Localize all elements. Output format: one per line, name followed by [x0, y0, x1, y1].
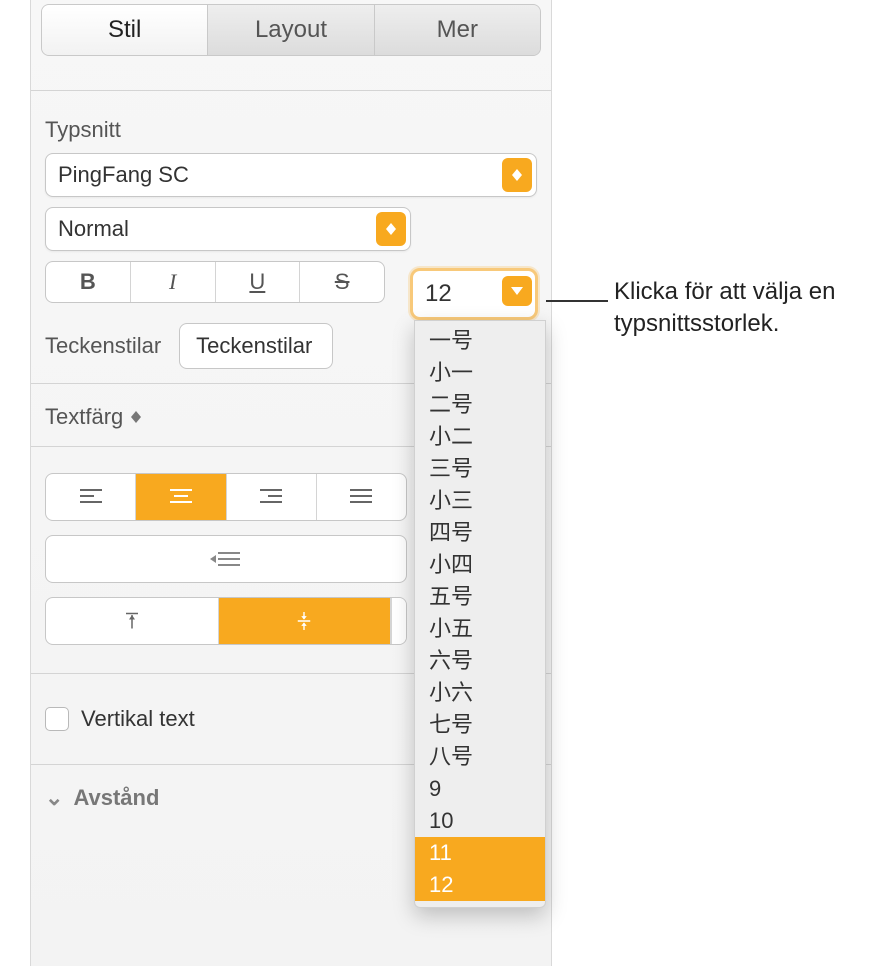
valign-middle-icon: [292, 612, 316, 630]
font-family-select[interactable]: PingFang SC: [45, 153, 537, 197]
size-option[interactable]: 9: [415, 773, 545, 805]
size-option[interactable]: 一号: [415, 325, 545, 357]
align-center-button[interactable]: [136, 474, 226, 520]
character-styles-value: Teckenstilar: [196, 333, 312, 359]
size-option[interactable]: 七号: [415, 709, 545, 741]
font-weight-select[interactable]: Normal: [45, 207, 411, 251]
align-left-button[interactable]: [46, 474, 136, 520]
chevron-down-icon: [502, 276, 532, 306]
horizontal-align-group: [45, 473, 407, 521]
updown-icon: [502, 158, 532, 192]
align-justify-icon: [349, 488, 373, 506]
size-option[interactable]: 小二: [415, 421, 545, 453]
bold-button[interactable]: B: [46, 262, 131, 302]
vertical-align-group: [45, 597, 407, 645]
vertical-text-checkbox[interactable]: [45, 707, 69, 731]
tab-bar: Stil Layout Mer: [41, 4, 541, 56]
valign-top-icon: [120, 612, 144, 630]
size-option[interactable]: 小四: [415, 549, 545, 581]
size-option[interactable]: 八号: [415, 741, 545, 773]
tab-more-label: Mer: [437, 16, 478, 44]
align-right-icon: [259, 488, 283, 506]
strikethrough-button[interactable]: S: [300, 262, 384, 302]
size-option[interactable]: 小一: [415, 357, 545, 389]
size-option[interactable]: 12: [415, 869, 545, 901]
tab-layout[interactable]: Layout: [208, 5, 374, 55]
chevron-right-icon[interactable]: ⌄: [45, 785, 63, 811]
size-option-selected[interactable]: 11: [415, 837, 545, 869]
align-justify-button[interactable]: [317, 474, 406, 520]
size-option[interactable]: 小三: [415, 485, 545, 517]
size-option[interactable]: 小六: [415, 677, 545, 709]
font-section-label: Typsnitt: [45, 117, 551, 143]
size-option[interactable]: 小五: [415, 613, 545, 645]
valign-extra: [391, 598, 406, 644]
align-center-icon: [169, 488, 193, 506]
italic-button[interactable]: I: [131, 262, 216, 302]
font-size-field[interactable]: 12: [410, 268, 538, 320]
font-size-dropdown[interactable]: 一号 小一 二号 小二 三号 小三 四号 小四 五号 小五 六号 小六 七号 八…: [414, 320, 546, 908]
font-family-value: PingFang SC: [58, 162, 189, 188]
tab-more[interactable]: Mer: [375, 5, 540, 55]
align-right-button[interactable]: [227, 474, 317, 520]
text-style-group: B I U S: [45, 261, 385, 303]
callout-text: Klicka för att välja en typsnittsstorlek…: [614, 276, 864, 340]
valign-top-button[interactable]: [46, 598, 219, 644]
font-weight-value: Normal: [58, 216, 129, 242]
underline-button[interactable]: U: [216, 262, 301, 302]
indent-group[interactable]: [45, 535, 407, 583]
tab-style[interactable]: Stil: [42, 5, 208, 55]
size-option[interactable]: 六号: [415, 645, 545, 677]
indent-icon: [210, 549, 242, 569]
text-color-label: Textfärg: [45, 404, 123, 430]
callout-line: [546, 300, 608, 302]
font-size-field-wrap: 12: [410, 268, 538, 320]
character-styles-button[interactable]: Teckenstilar: [179, 323, 333, 369]
character-styles-label: Teckenstilar: [45, 333, 161, 359]
updown-icon: [376, 212, 406, 246]
vertical-text-label: Vertikal text: [81, 706, 195, 732]
divider: [31, 90, 551, 91]
valign-middle-button[interactable]: [219, 598, 392, 644]
size-option[interactable]: 10: [415, 805, 545, 837]
align-left-icon: [79, 488, 103, 506]
size-option[interactable]: 五号: [415, 581, 545, 613]
font-size-value: 12: [425, 280, 452, 308]
spacing-label[interactable]: Avstånd: [73, 785, 159, 811]
size-option[interactable]: 三号: [415, 453, 545, 485]
size-option[interactable]: 四号: [415, 517, 545, 549]
size-option[interactable]: 二号: [415, 389, 545, 421]
tab-style-label: Stil: [108, 16, 141, 44]
tab-layout-label: Layout: [255, 16, 327, 44]
updown-icon: [131, 411, 141, 423]
